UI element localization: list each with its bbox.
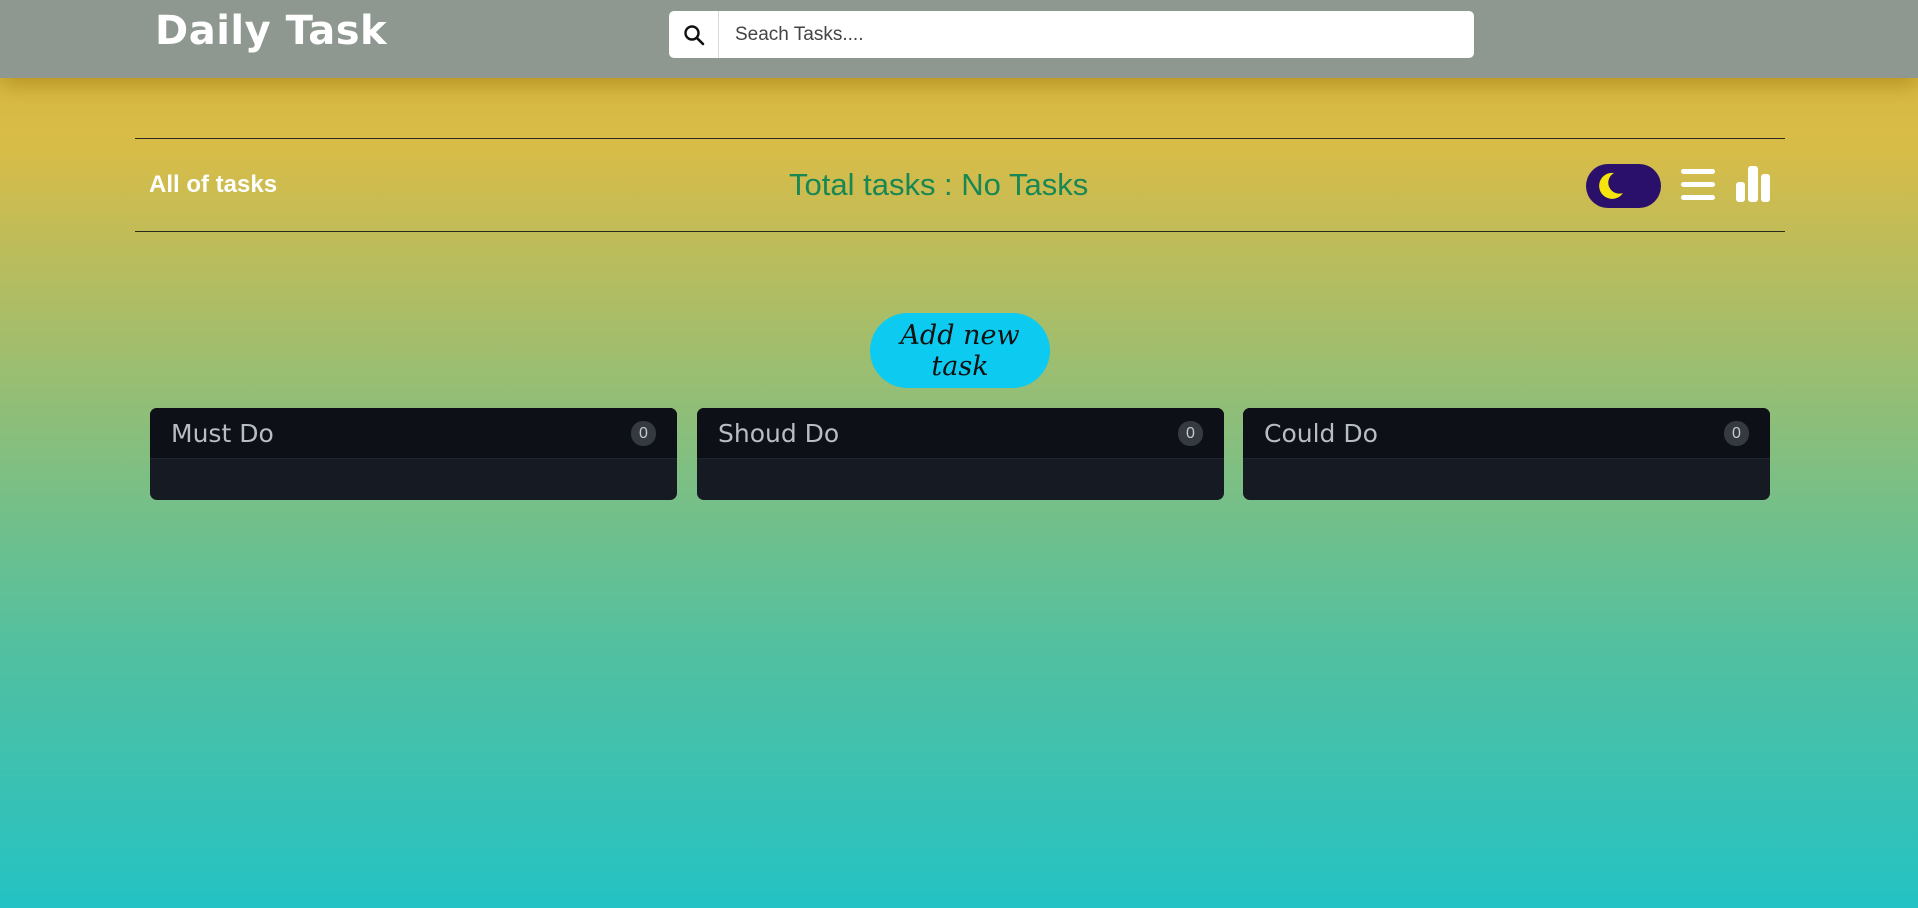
search-input[interactable] [719, 11, 1474, 58]
column-title: Could Do [1264, 419, 1378, 448]
top-divider [135, 138, 1785, 139]
search-bar [669, 11, 1474, 58]
column-should-do: Shoud Do 0 [697, 408, 1224, 500]
column-header: Could Do 0 [1243, 408, 1770, 459]
page-heading: All of tasks [149, 171, 278, 198]
bottom-divider [135, 231, 1785, 232]
column-header: Must Do 0 [150, 408, 677, 459]
search-button[interactable] [669, 11, 719, 58]
search-icon [683, 24, 704, 45]
count-badge: 0 [631, 421, 656, 446]
moon-icon [1599, 172, 1623, 199]
total-tasks-text: Total tasks : No Tasks [789, 167, 1089, 202]
column-could-do: Could Do 0 [1243, 408, 1770, 500]
column-must-do: Must Do 0 [150, 408, 677, 500]
navbar: Daily Task [0, 0, 1918, 78]
menu-icon[interactable] [1679, 166, 1717, 204]
theme-toggle[interactable] [1586, 164, 1661, 208]
count-badge: 0 [1724, 421, 1749, 446]
brand-title[interactable]: Daily Task [155, 8, 387, 54]
add-task-button[interactable]: Add new task [870, 313, 1050, 388]
column-header: Shoud Do 0 [697, 408, 1224, 459]
count-badge: 0 [1178, 421, 1203, 446]
column-title: Shoud Do [718, 419, 840, 448]
bar-chart-icon[interactable] [1735, 164, 1771, 204]
column-title: Must Do [171, 419, 274, 448]
